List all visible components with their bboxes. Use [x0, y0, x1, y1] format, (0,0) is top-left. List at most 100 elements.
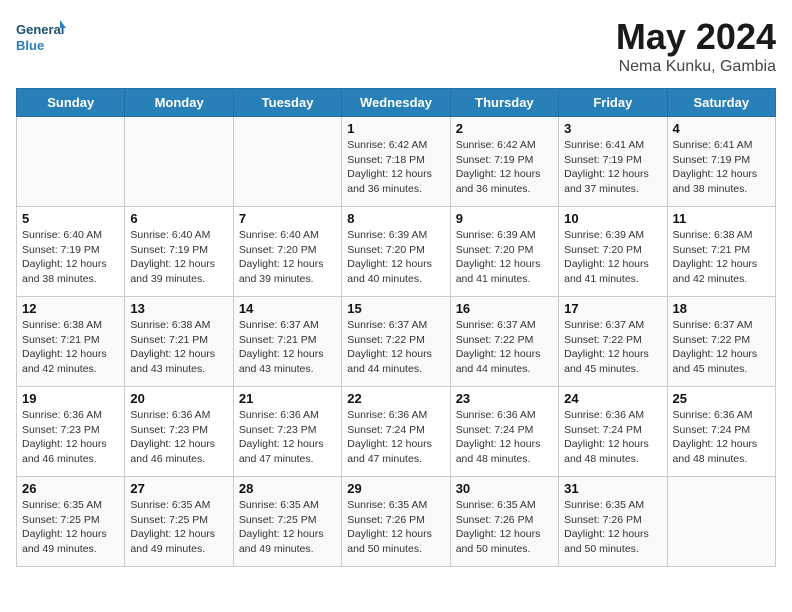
calendar-cell: 28Sunrise: 6:35 AMSunset: 7:25 PMDayligh…	[233, 477, 341, 567]
location-title: Nema Kunku, Gambia	[616, 58, 776, 76]
calendar-cell: 17 Sunrise: 6:37 AMSunset: 7:22 PMDayligh…	[559, 297, 667, 387]
header-saturday: Saturday	[667, 89, 775, 117]
calendar-cell	[125, 117, 233, 207]
title-area: May 2024 Nema Kunku, Gambia	[616, 16, 776, 76]
day-info: Sunrise: 6:36 AMSunset: 7:23 PMDaylight:…	[22, 408, 119, 467]
day-number: 22	[347, 391, 444, 406]
day-number: 16	[456, 301, 553, 316]
day-info: Sunrise: 6:36 AMSunset: 7:24 PMDaylight:…	[564, 408, 661, 467]
day-number: 20	[130, 391, 227, 406]
calendar-cell	[667, 477, 775, 567]
day-number: 19	[22, 391, 119, 406]
calendar-table: SundayMondayTuesdayWednesdayThursdayFrid…	[16, 88, 776, 567]
day-info: Sunrise: 6:42 AMSunset: 7:19 PMDaylight:…	[456, 138, 553, 197]
calendar-cell: 25 Sunrise: 6:36 AMSunset: 7:24 PMDayligh…	[667, 387, 775, 477]
calendar-cell: 23 Sunrise: 6:36 AMSunset: 7:24 PMDayligh…	[450, 387, 558, 477]
day-info: Sunrise: 6:35 AMSunset: 7:26 PMDaylight:…	[564, 498, 661, 557]
week-row-4: 19 Sunrise: 6:36 AMSunset: 7:23 PMDayligh…	[17, 387, 776, 477]
calendar-cell: 9Sunrise: 6:39 AMSunset: 7:20 PMDaylight…	[450, 207, 558, 297]
day-number: 3	[564, 121, 661, 136]
day-info: Sunrise: 6:41 AMSunset: 7:19 PMDaylight:…	[564, 138, 661, 197]
day-info: Sunrise: 6:36 AMSunset: 7:24 PMDaylight:…	[673, 408, 770, 467]
day-info: Sunrise: 6:38 AMSunset: 7:21 PMDaylight:…	[673, 228, 770, 287]
day-info: Sunrise: 6:35 AMSunset: 7:26 PMDaylight:…	[347, 498, 444, 557]
day-info: Sunrise: 6:37 AMSunset: 7:21 PMDaylight:…	[239, 318, 336, 377]
calendar-cell: 14 Sunrise: 6:37 AMSunset: 7:21 PMDayligh…	[233, 297, 341, 387]
logo-svg: General Blue	[16, 16, 66, 60]
header-sunday: Sunday	[17, 89, 125, 117]
calendar-cell: 1 Sunrise: 6:42 AMSunset: 7:18 PMDaylight…	[342, 117, 450, 207]
day-number: 4	[673, 121, 770, 136]
calendar-cell: 26 Sunrise: 6:35 AMSunset: 7:25 PMDayligh…	[17, 477, 125, 567]
day-info: Sunrise: 6:36 AMSunset: 7:23 PMDaylight:…	[239, 408, 336, 467]
calendar-cell: 16 Sunrise: 6:37 AMSunset: 7:22 PMDayligh…	[450, 297, 558, 387]
day-number: 5	[22, 211, 119, 226]
calendar-cell: 19 Sunrise: 6:36 AMSunset: 7:23 PMDayligh…	[17, 387, 125, 477]
day-info: Sunrise: 6:39 AMSunset: 7:20 PMDaylight:…	[347, 228, 444, 287]
calendar-cell: 24Sunrise: 6:36 AMSunset: 7:24 PMDayligh…	[559, 387, 667, 477]
calendar-cell: 3 Sunrise: 6:41 AMSunset: 7:19 PMDaylight…	[559, 117, 667, 207]
header-tuesday: Tuesday	[233, 89, 341, 117]
header-thursday: Thursday	[450, 89, 558, 117]
day-number: 11	[673, 211, 770, 226]
day-number: 12	[22, 301, 119, 316]
day-info: Sunrise: 6:41 AMSunset: 7:19 PMDaylight:…	[673, 138, 770, 197]
week-row-2: 5 Sunrise: 6:40 AMSunset: 7:19 PMDaylight…	[17, 207, 776, 297]
calendar-cell: 11 Sunrise: 6:38 AMSunset: 7:21 PMDayligh…	[667, 207, 775, 297]
day-info: Sunrise: 6:36 AMSunset: 7:24 PMDaylight:…	[456, 408, 553, 467]
calendar-cell: 4 Sunrise: 6:41 AMSunset: 7:19 PMDaylight…	[667, 117, 775, 207]
day-number: 7	[239, 211, 336, 226]
day-number: 1	[347, 121, 444, 136]
day-info: Sunrise: 6:35 AMSunset: 7:26 PMDaylight:…	[456, 498, 553, 557]
svg-text:General: General	[16, 22, 64, 37]
calendar-cell: 12Sunrise: 6:38 AMSunset: 7:21 PMDayligh…	[17, 297, 125, 387]
calendar-cell: 15 Sunrise: 6:37 AMSunset: 7:22 PMDayligh…	[342, 297, 450, 387]
day-info: Sunrise: 6:36 AMSunset: 7:23 PMDaylight:…	[130, 408, 227, 467]
day-number: 2	[456, 121, 553, 136]
day-number: 31	[564, 481, 661, 496]
calendar-cell: 30 Sunrise: 6:35 AMSunset: 7:26 PMDayligh…	[450, 477, 558, 567]
day-number: 27	[130, 481, 227, 496]
day-info: Sunrise: 6:37 AMSunset: 7:22 PMDaylight:…	[347, 318, 444, 377]
day-number: 15	[347, 301, 444, 316]
day-number: 13	[130, 301, 227, 316]
day-number: 29	[347, 481, 444, 496]
svg-text:Blue: Blue	[16, 38, 44, 53]
day-info: Sunrise: 6:37 AMSunset: 7:22 PMDaylight:…	[564, 318, 661, 377]
days-header-row: SundayMondayTuesdayWednesdayThursdayFrid…	[17, 89, 776, 117]
day-info: Sunrise: 6:42 AMSunset: 7:18 PMDaylight:…	[347, 138, 444, 197]
calendar-cell: 2 Sunrise: 6:42 AMSunset: 7:19 PMDaylight…	[450, 117, 558, 207]
day-number: 9	[456, 211, 553, 226]
calendar-cell: 13Sunrise: 6:38 AMSunset: 7:21 PMDayligh…	[125, 297, 233, 387]
calendar-cell: 6 Sunrise: 6:40 AMSunset: 7:19 PMDaylight…	[125, 207, 233, 297]
day-number: 28	[239, 481, 336, 496]
calendar-cell: 8Sunrise: 6:39 AMSunset: 7:20 PMDaylight…	[342, 207, 450, 297]
calendar-cell: 21 Sunrise: 6:36 AMSunset: 7:23 PMDayligh…	[233, 387, 341, 477]
day-info: Sunrise: 6:35 AMSunset: 7:25 PMDaylight:…	[130, 498, 227, 557]
day-number: 25	[673, 391, 770, 406]
day-number: 23	[456, 391, 553, 406]
logo: General Blue	[16, 16, 66, 60]
day-info: Sunrise: 6:40 AMSunset: 7:20 PMDaylight:…	[239, 228, 336, 287]
day-number: 18	[673, 301, 770, 316]
day-number: 6	[130, 211, 227, 226]
day-info: Sunrise: 6:40 AMSunset: 7:19 PMDaylight:…	[22, 228, 119, 287]
calendar-cell: 7 Sunrise: 6:40 AMSunset: 7:20 PMDaylight…	[233, 207, 341, 297]
day-info: Sunrise: 6:37 AMSunset: 7:22 PMDaylight:…	[673, 318, 770, 377]
day-number: 30	[456, 481, 553, 496]
day-info: Sunrise: 6:36 AMSunset: 7:24 PMDaylight:…	[347, 408, 444, 467]
day-number: 21	[239, 391, 336, 406]
day-number: 14	[239, 301, 336, 316]
day-number: 17	[564, 301, 661, 316]
calendar-cell	[233, 117, 341, 207]
calendar-cell: 10Sunrise: 6:39 AMSunset: 7:20 PMDayligh…	[559, 207, 667, 297]
day-number: 26	[22, 481, 119, 496]
day-info: Sunrise: 6:35 AMSunset: 7:25 PMDaylight:…	[22, 498, 119, 557]
header-monday: Monday	[125, 89, 233, 117]
header-wednesday: Wednesday	[342, 89, 450, 117]
day-info: Sunrise: 6:40 AMSunset: 7:19 PMDaylight:…	[130, 228, 227, 287]
calendar-cell: 27 Sunrise: 6:35 AMSunset: 7:25 PMDayligh…	[125, 477, 233, 567]
header-friday: Friday	[559, 89, 667, 117]
day-info: Sunrise: 6:37 AMSunset: 7:22 PMDaylight:…	[456, 318, 553, 377]
day-number: 10	[564, 211, 661, 226]
